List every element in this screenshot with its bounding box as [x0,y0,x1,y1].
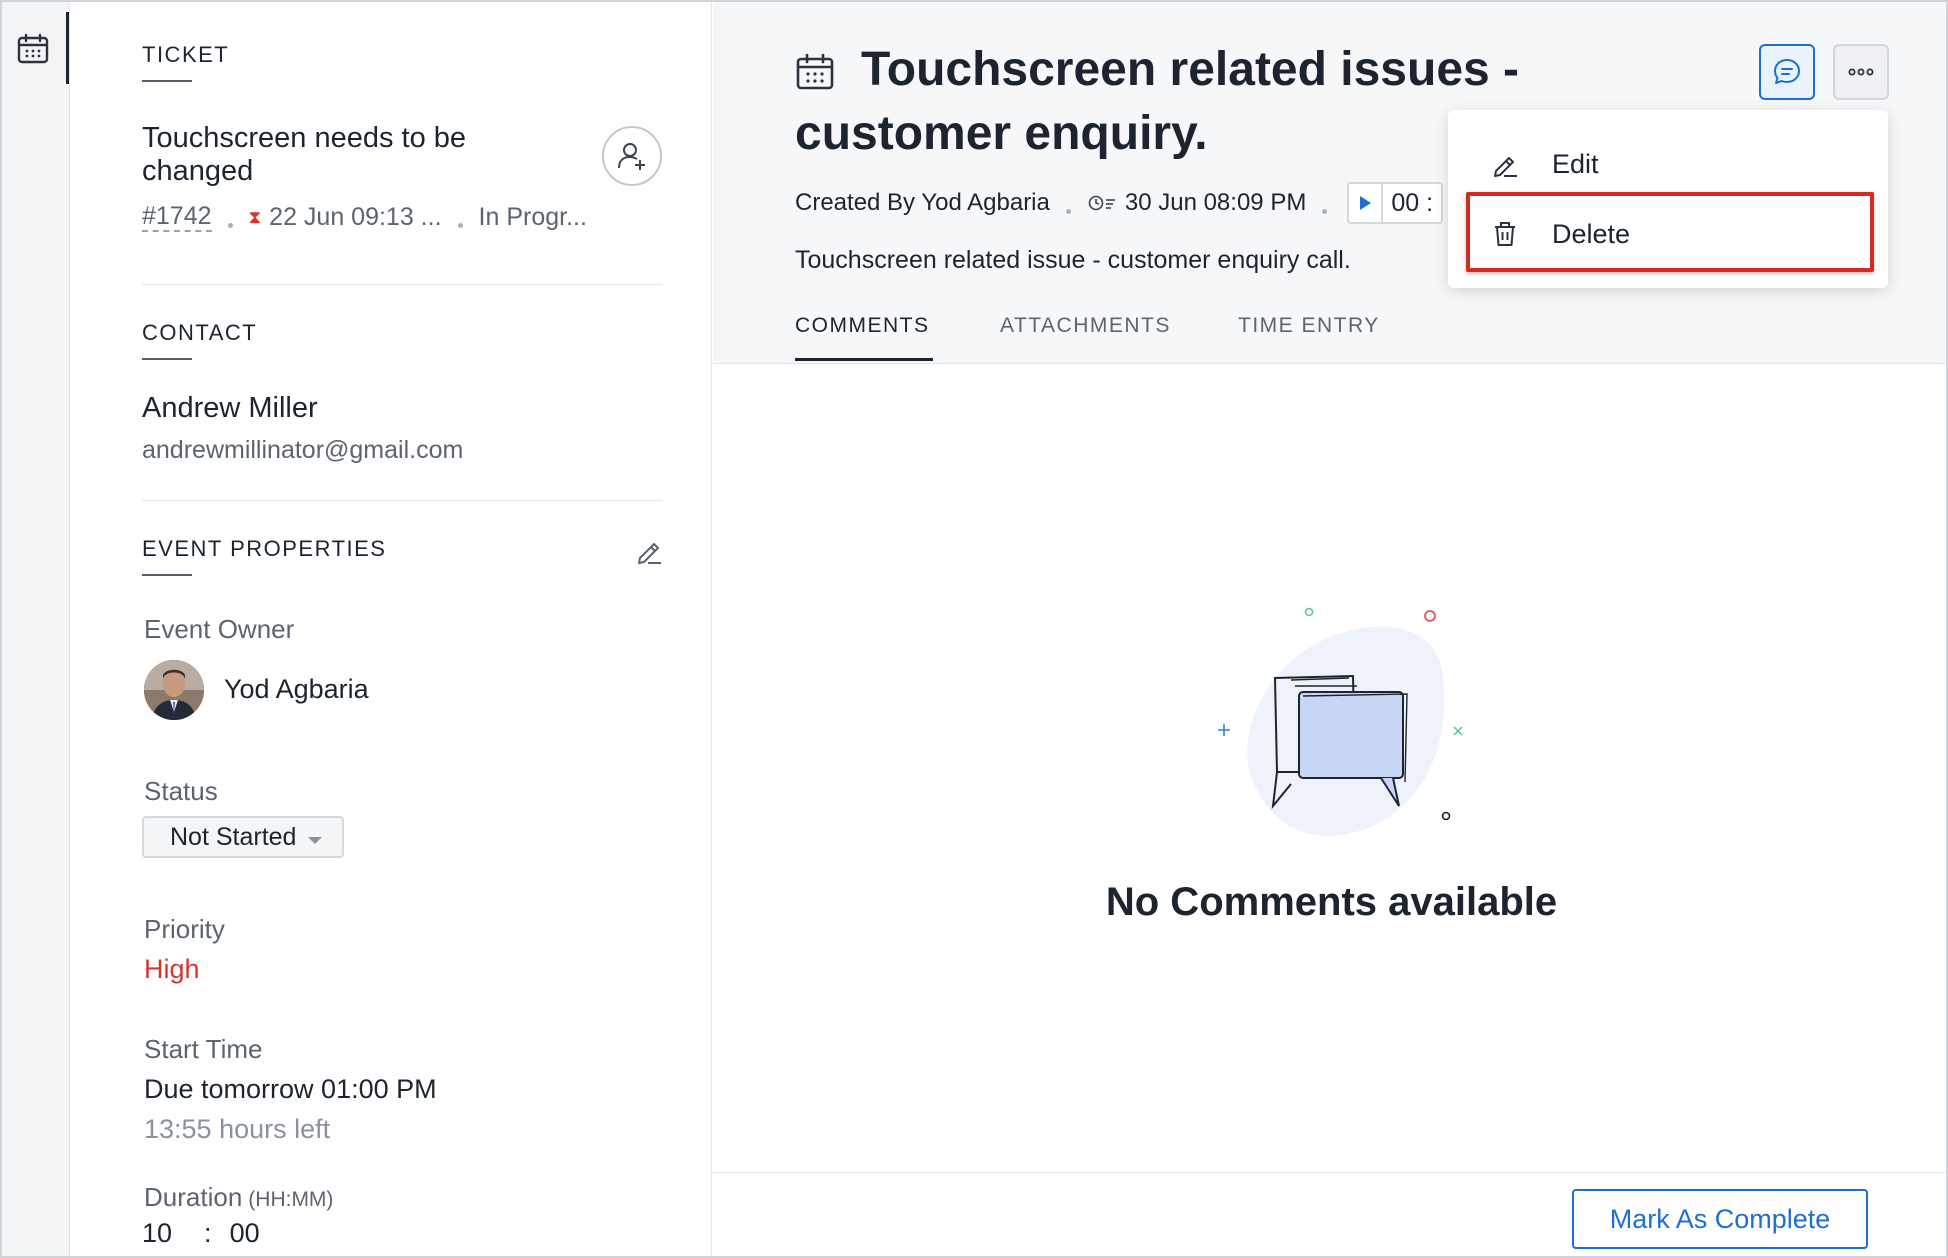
chevron-down-icon [308,837,322,844]
more-icon [1848,68,1874,76]
hourglass-icon: ⧗ [248,206,262,227]
ticket-heading: TICKET [142,42,230,67]
empty-state-text: No Comments available [1105,880,1558,924]
active-tab-indicator [795,358,933,361]
contact-email[interactable]: andrewmillinator@gmail.com [142,436,463,465]
created-by: Created By Yod Agbaria [795,189,1050,216]
separator-dot [1322,208,1328,214]
contact-heading-underline [142,358,192,360]
clock-icon [1088,195,1115,211]
tab-comments[interactable]: COMMENTS [795,314,930,338]
footer-bar: Mark As Complete [713,1172,1946,1256]
section-divider [142,500,662,501]
menu-item-edit-label: Edit [1552,148,1599,179]
ticket-heading-underline [142,80,192,82]
chat-icon [1774,59,1800,84]
status-label: Status [144,776,218,806]
app-window: TICKET Touchscreen needs to be changed #… [0,0,1948,1258]
duration-minutes[interactable]: 00 [230,1218,260,1249]
comment-button[interactable] [1759,44,1815,100]
rail-active-indicator [66,12,69,84]
ticket-meta: #1742 ⧗ 22 Jun 09:13 ... In Progr... [142,202,587,232]
status-dropdown[interactable]: Not Started [142,816,344,858]
contact-heading: CONTACT [142,320,258,345]
edit-properties-icon[interactable] [634,536,664,566]
priority-value[interactable]: High [144,954,200,985]
start-time-value[interactable]: Due tomorrow 01:00 PM [144,1074,437,1105]
separator-dot [227,222,233,228]
hours-left: 13:55 hours left [144,1114,331,1144]
start-time-label: Start Time [144,1034,263,1064]
event-owner-label: Event Owner [144,614,295,644]
priority-label: Priority [144,914,225,944]
event-owner-name: Yod Agbaria [224,674,369,704]
event-properties-heading: EVENT PROPERTIES [142,536,387,561]
event-meta: Created By Yod Agbaria 30 Jun 08:09 PM 0… [795,182,1444,224]
add-contact-button[interactable] [602,126,662,186]
left-rail [2,2,70,1256]
delete-highlight-box [1466,192,1874,272]
timer-widget: 00 : [1347,182,1444,224]
calendar-icon[interactable] [16,32,50,66]
play-button[interactable] [1349,184,1384,222]
duration-unit: (HH:MM) [248,1188,334,1211]
more-options-button[interactable] [1833,44,1889,100]
created-at: 30 Jun 08:09 PM [1124,189,1307,216]
duration-label: Duration (HH:MM) [144,1182,333,1213]
duration-hours[interactable]: 10 [142,1218,172,1249]
event-title: Touchscreen related issues - customer en… [795,43,1520,160]
avatar [144,660,204,720]
tab-attachments[interactable]: ATTACHMENTS [1000,314,1171,338]
menu-item-edit[interactable]: Edit [1448,134,1888,194]
ticket-title[interactable]: Touchscreen needs to be changed [142,122,542,188]
add-user-icon [618,143,645,170]
ticket-id-link[interactable]: #1742 [142,202,212,232]
duration-value[interactable]: 10 : 00 [142,1218,260,1249]
empty-comments-illustration [1218,607,1463,836]
separator-dot [1065,208,1071,214]
pencil-icon [1490,149,1520,179]
duration-label-text: Duration [144,1182,243,1212]
duration-separator: : [204,1218,212,1248]
timer-value: 00 : [1391,188,1434,217]
separator-dot [457,222,463,228]
play-icon [1360,196,1372,210]
mark-as-complete-button[interactable]: Mark As Complete [1572,1189,1868,1249]
section-divider [142,284,662,285]
ticket-due: 22 Jun 09:13 ... [269,202,442,231]
event-properties-underline [142,574,192,576]
tab-time-entry[interactable]: TIME ENTRY [1238,314,1380,338]
contact-name[interactable]: Andrew Miller [142,392,318,425]
event-description: Touchscreen related issue - customer enq… [795,246,1351,274]
ticket-status: In Progr... [478,202,587,231]
status-dropdown-value: Not Started [170,823,297,851]
details-panel: TICKET Touchscreen needs to be changed #… [70,2,712,1256]
